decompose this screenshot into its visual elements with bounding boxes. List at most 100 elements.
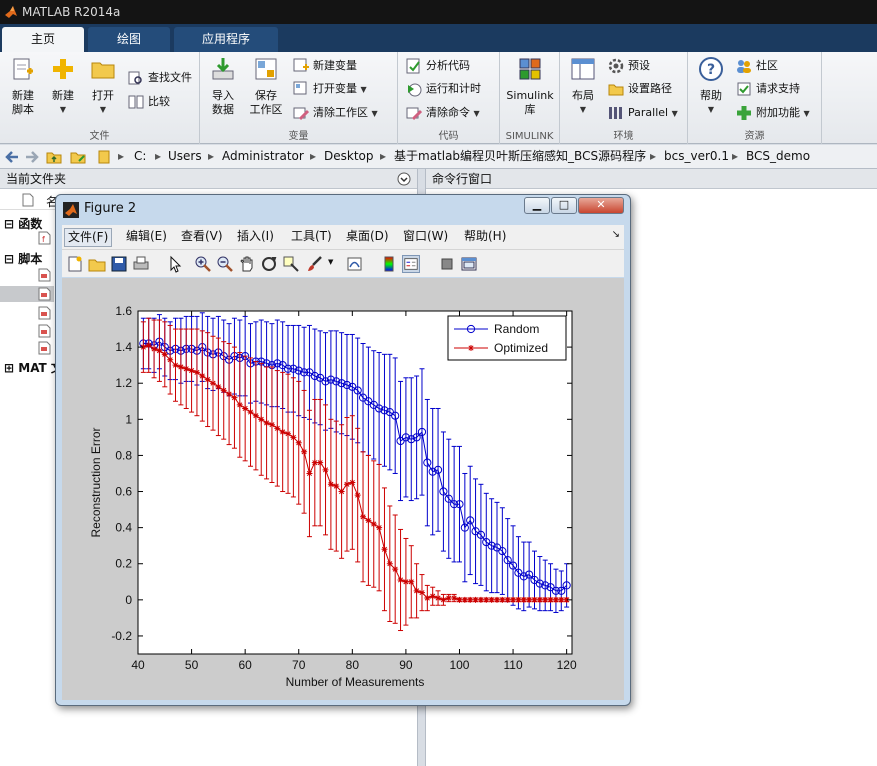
request-support-button[interactable]: 请求支持 [736,79,800,99]
tab-home[interactable]: 主页 [2,27,84,52]
figure-canvas[interactable]: 40 50 60 70 80 90 100 110 120 -0.2 0 0.2 0.4 0.6 0.8 1 1… [62,278,624,700]
breadcrumb-item[interactable]: C: [134,145,146,168]
breadcrumb-item[interactable]: Users [168,145,202,168]
new-variable-button[interactable]: 新建变量 [293,56,357,76]
optimized-marker [445,595,452,602]
show-plot-tools-icon[interactable] [460,255,478,273]
menu-window[interactable]: 窗口(W) [400,228,451,247]
community-button[interactable]: 社区 [736,56,778,76]
addons-button[interactable]: 附加功能 ▼ [736,103,810,123]
chevron-down-icon: ▼ [671,109,678,118]
y-tick-label: 1.4 [115,340,132,354]
zoom-in-icon[interactable] [194,255,212,273]
browse-folder-icon[interactable] [70,149,86,165]
expand-icon[interactable]: ⊞ [4,361,14,375]
up-folder-icon[interactable] [46,149,62,165]
analyze-code-button[interactable]: 分析代码 [406,56,470,76]
environment-group: 布局 ▼ 预设 设置路径 Parallel ▼ 环境 [560,52,688,144]
current-folder-title: 当前文件夹 [6,172,67,186]
menu-view[interactable]: 查看(V) [178,228,226,247]
script-file-icon [38,287,51,301]
optimized-marker [177,363,184,370]
maximize-button[interactable]: □ [551,197,577,214]
breadcrumb-item[interactable]: Desktop [324,145,374,168]
tab-apps[interactable]: 应用程序 [174,27,278,52]
new-script-label-1: 新建 [12,89,34,102]
zoom-out-icon[interactable] [216,255,234,273]
breadcrumb-item[interactable]: BCS_demo [746,145,810,168]
save-workspace-button[interactable]: 保存 工作区 [246,56,286,117]
y-tick-label: -0.2 [111,629,132,643]
x-axis-label: Number of Measurements [286,675,425,689]
breadcrumb-separator: ▸ [650,149,657,163]
chevron-down-icon: ▼ [707,105,715,114]
set-path-button[interactable]: 设置路径 [608,79,672,99]
collapse-icon[interactable]: ⊟ [4,252,14,266]
compare-icon [128,95,144,109]
menu-insert[interactable]: 插入(I) [234,228,277,247]
breadcrumb-item[interactable]: Administrator [222,145,304,168]
new-button[interactable]: 新建 ▼ [46,56,80,117]
hide-plot-tools-icon[interactable] [438,255,456,273]
forward-arrow-icon[interactable] [24,149,40,165]
colorbar-icon[interactable] [380,255,398,273]
title-bar: MATLAB R2014a [0,0,877,24]
menu-edit[interactable]: 编辑(E) [123,228,170,247]
legend-icon[interactable] [402,255,420,273]
print-icon[interactable] [132,255,150,273]
menu-file[interactable]: 文件(F) [64,228,113,247]
optimized-marker [435,595,442,602]
find-files-label: 查找文件 [148,71,192,84]
script-file-icon [38,324,51,338]
clear-workspace-icon [293,107,309,121]
optimized-marker [451,595,458,602]
pan-hand-icon[interactable] [238,255,256,273]
back-arrow-icon[interactable] [4,149,20,165]
minimize-button[interactable]: ▁ [524,197,550,214]
x-tick-label: 110 [503,658,522,672]
find-files-button[interactable]: 查找文件 [128,68,192,88]
new-figure-icon[interactable] [66,255,84,273]
optimized-marker [188,367,195,374]
tab-plots[interactable]: 绘图 [88,27,170,52]
preferences-button[interactable]: 预设 [608,56,650,76]
open-file-icon[interactable] [88,255,106,273]
parallel-button[interactable]: Parallel ▼ [608,103,678,123]
menu-desktop[interactable]: 桌面(D) [343,228,392,247]
run-and-time-button[interactable]: 运行和计时 [406,79,481,99]
dock-arrow-icon[interactable]: ↘ [612,229,620,240]
functions-section[interactable]: ⊟ 函数 [4,215,42,232]
optimized-marker [440,596,447,603]
breadcrumb-separator: ▸ [732,149,739,163]
clear-commands-icon [406,107,422,121]
compare-button[interactable]: 比较 [128,92,170,112]
menu-help[interactable]: 帮助(H) [461,228,509,247]
new-script-button[interactable]: 新建 脚本 [6,56,40,117]
close-button[interactable]: ✕ [578,197,624,214]
svg-text:f: f [42,235,45,244]
gear-icon [608,58,624,74]
open-button[interactable]: 打开 ▼ [86,56,120,117]
scripts-section[interactable]: ⊟ 脚本 [4,250,42,267]
help-button[interactable]: ? 帮助 ▼ [694,56,728,117]
save-icon[interactable] [110,255,128,273]
clear-commands-button[interactable]: 清除命令 ▼ [406,103,480,123]
data-cursor-icon[interactable] [282,255,300,273]
optimized-marker [542,596,549,603]
menu-tools[interactable]: 工具(T) [288,228,335,247]
collapse-icon[interactable]: ⊟ [4,217,14,231]
optimized-marker [268,421,275,428]
layout-button[interactable]: 布局 ▼ [566,56,600,117]
chevron-down-icon[interactable]: ▼ [328,258,333,266]
import-data-button[interactable]: 导入 数据 [206,56,240,117]
simulink-library-button[interactable]: Simulink 库 [504,56,556,117]
clear-workspace-button[interactable]: 清除工作区 ▼ [293,103,378,123]
link-plot-icon[interactable] [346,255,364,273]
rotate-3d-icon[interactable] [260,255,278,273]
breadcrumb-item[interactable]: 基于matlab编程贝叶斯压缩感知_BCS源码程序 [394,145,646,168]
panel-menu-icon[interactable] [397,172,411,186]
brush-icon[interactable] [306,255,324,273]
breadcrumb-item[interactable]: bcs_ver0.1 [664,145,729,168]
edit-plot-arrow-icon[interactable] [166,255,184,273]
open-variable-button[interactable]: 打开变量 ▼ [293,79,367,99]
